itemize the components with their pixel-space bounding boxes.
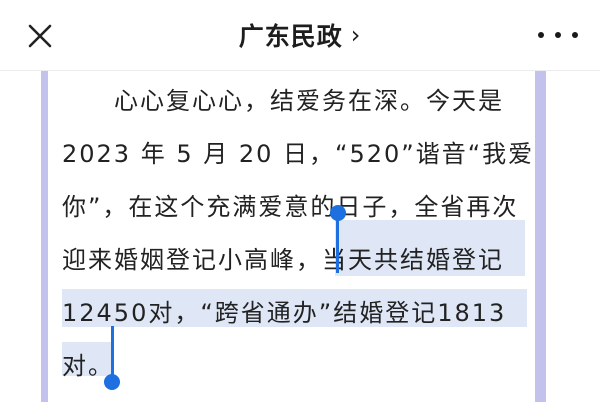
more-options-button[interactable] [538, 28, 578, 42]
more-icon-dot [572, 32, 578, 38]
chevron-right-icon: › [350, 21, 362, 49]
page-side-border-right [535, 71, 546, 402]
top-navigation-bar: 广东民政 › [0, 0, 600, 71]
article-paragraph-line: 2023 年 5 月 20 日，“520”谐音“我爱 [62, 140, 535, 168]
page-title: 广东民政 [238, 22, 343, 51]
page-side-border-left [41, 71, 48, 402]
more-icon-dot [555, 32, 561, 38]
selection-end-cursor [111, 326, 114, 378]
article-paragraph-line: 你”，在这个充满爱意的日子，全省再次 [62, 193, 519, 221]
more-icon-dot [538, 32, 544, 38]
article-paragraph-line: 迎来婚姻登记小高峰，当天共结婚登记 [62, 246, 504, 274]
selection-start-cursor [336, 213, 339, 273]
selection-end-handle[interactable] [104, 374, 120, 390]
article-paragraph-line: 心心复心心，结爱务在深。今天是 [62, 87, 504, 115]
account-title-link[interactable]: 广东民政 › [0, 0, 600, 70]
article-paragraph-line: 12450对，“跨省通办”结婚登记1813 [62, 299, 507, 327]
